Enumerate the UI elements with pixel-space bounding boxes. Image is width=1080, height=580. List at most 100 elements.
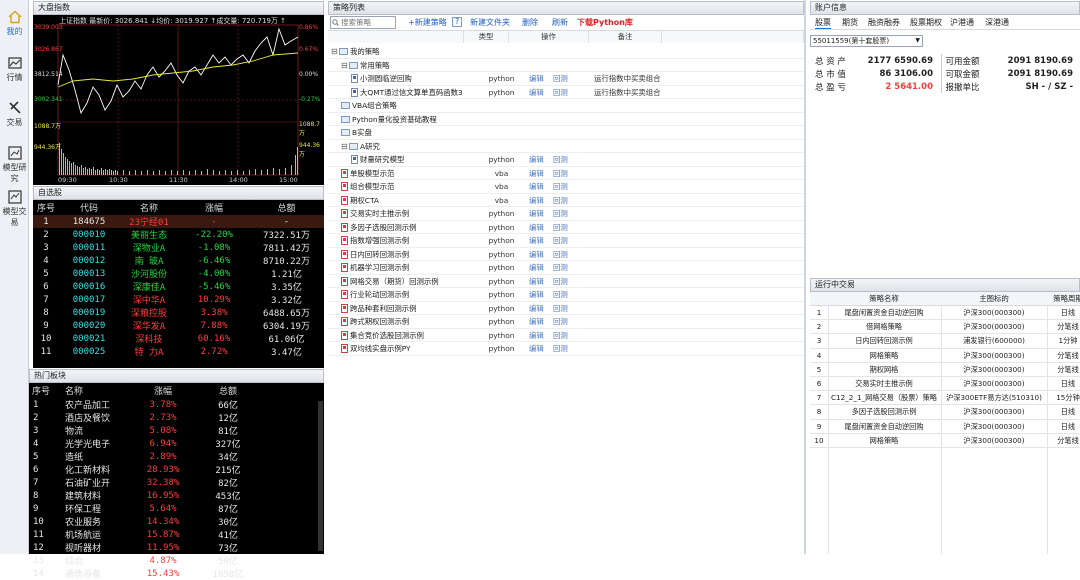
edit-link[interactable]: 编辑 [529, 86, 544, 99]
strategy-row[interactable]: 小测圆临逆回购 python 编辑 回测 运行指数中买卖组合 [328, 72, 804, 86]
hot-row[interactable]: 12 视听器材 11.95% 73亿 [29, 541, 324, 555]
new-folder-button[interactable]: 新建文件夹 [470, 17, 510, 28]
strategy-row[interactable]: 日内回转回测示例 python 编辑 回测 [328, 248, 804, 261]
backtest-link[interactable]: 回测 [553, 194, 568, 207]
backtest-link[interactable]: 回测 [553, 167, 568, 180]
nav-home[interactable]: 我的 [0, 10, 29, 37]
backtest-link[interactable]: 回测 [553, 86, 568, 99]
backtest-link[interactable]: 回测 [553, 248, 568, 261]
hot-row[interactable]: 3 物流 5.08% 81亿 [29, 424, 324, 438]
running-row[interactable]: 3 日内回转回测示例 浦发银行(600000) 1分钟 [810, 334, 1080, 349]
edit-link[interactable]: 编辑 [529, 315, 544, 328]
expand-toggle-icon[interactable]: ⊟ [341, 59, 348, 72]
edit-link[interactable]: 编辑 [529, 302, 544, 315]
running-row[interactable]: 1 尾盘闲置资金自动逆回购 沪深300(000300) 日线 [810, 306, 1080, 321]
edit-link[interactable]: 编辑 [529, 207, 544, 220]
account-selector[interactable]: 55011559(第十套股票) ▼ [810, 35, 923, 47]
strategy-row[interactable]: ⊟ 我的策略 [328, 45, 804, 59]
backtest-link[interactable]: 回测 [553, 315, 568, 328]
backtest-link[interactable]: 回测 [553, 261, 568, 274]
edit-link[interactable]: 编辑 [529, 342, 544, 355]
hot-row[interactable]: 2 酒店及餐饮 2.73% 12亿 [29, 411, 324, 425]
hot-row[interactable]: 1 农产品加工 3.78% 66亿 [29, 398, 324, 412]
hot-row[interactable]: 6 化工新材料 28.93% 215亿 [29, 463, 324, 477]
hot-row[interactable]: 8 建筑材料 16.95% 453亿 [29, 489, 324, 503]
refresh-button[interactable]: 刷新 [552, 17, 568, 28]
hot-row[interactable]: 10 农业服务 14.34% 30亿 [29, 515, 324, 529]
edit-link[interactable]: 编辑 [529, 72, 544, 85]
watchlist-row[interactable]: 2 000010 美丽生态 -22.20% 7322.51万 [33, 228, 324, 242]
tab-hk-sz[interactable]: 深港通 [985, 17, 1009, 28]
new-strategy-button[interactable]: +新建策略 [408, 17, 447, 28]
strategy-row[interactable]: 双均线实盘示例PY python 编辑 回测 [328, 342, 804, 356]
nav-model-trade[interactable]: 模型交易 [0, 190, 29, 228]
watchlist-row[interactable]: 10 000021 深科技 60.16% 61.06亿 [33, 332, 324, 346]
strategy-row[interactable]: ⊟ 常用策略 [328, 59, 804, 72]
strategy-row[interactable]: 网格交易（期货）回测示例 python 编辑 回测 [328, 275, 804, 288]
nav-trade[interactable]: 交易 [0, 101, 29, 128]
strategy-row[interactable]: Python量化投资基础教程 [328, 113, 804, 126]
edit-link[interactable]: 编辑 [529, 221, 544, 234]
tab-hk-sh[interactable]: 沪港通 [950, 17, 974, 28]
backtest-link[interactable]: 回测 [553, 342, 568, 355]
backtest-link[interactable]: 回测 [553, 302, 568, 315]
hot-row[interactable]: 7 石油矿业开 32.38% 82亿 [29, 476, 324, 490]
hot-row[interactable]: 13 综合 4.87% 50亿 [29, 554, 324, 568]
strategy-row[interactable]: 组合模型示范 vba 编辑 回测 [328, 180, 804, 194]
running-row[interactable]: 9 尾盘闲置资金自动逆回购 沪深300(000300) 日线 [810, 420, 1080, 434]
expand-toggle-icon[interactable]: ⊟ [331, 45, 338, 58]
backtest-link[interactable]: 回测 [553, 288, 568, 301]
edit-link[interactable]: 编辑 [529, 261, 544, 274]
strategy-row[interactable]: 集合竞价选股回测示例 python 编辑 回测 [328, 329, 804, 342]
delete-button[interactable]: 删除 [522, 17, 538, 28]
strategy-row[interactable]: ⊟ A研究 [328, 140, 804, 153]
running-row[interactable]: 10 网格策略 沪深300(000300) 分笔线 [810, 434, 1080, 448]
strategy-row[interactable]: 交易实时主推示例 python 编辑 回测 [328, 207, 804, 221]
edit-link[interactable]: 编辑 [529, 288, 544, 301]
watchlist-row[interactable]: 7 000017 深中华A 10.29% 3.32亿 [33, 293, 324, 307]
strategy-row[interactable]: 财量研究模型 python 编辑 回测 [328, 153, 804, 167]
backtest-link[interactable]: 回测 [553, 207, 568, 220]
nav-market[interactable]: 行情 [0, 57, 29, 83]
download-python-button[interactable]: 下载Python库 [577, 17, 633, 28]
running-row[interactable]: 4 网格策略 沪深300(000300) 分笔线 [810, 349, 1080, 363]
strategy-row[interactable]: 单股模型示范 vba 编辑 回测 [328, 167, 804, 180]
expand-toggle-icon[interactable]: ⊟ [341, 140, 348, 153]
strategy-row[interactable]: 机器学习回测示例 python 编辑 回测 [328, 261, 804, 275]
running-row[interactable]: 6 交易实时主推示例 沪深300(000300) 日线 [810, 377, 1080, 392]
hot-row[interactable]: 9 环保工程 5.64% 87亿 [29, 502, 324, 516]
hot-row[interactable]: 14 通信设备 15.43% 1058亿 [29, 567, 324, 580]
backtest-link[interactable]: 回测 [553, 153, 568, 166]
edit-link[interactable]: 编辑 [529, 180, 544, 193]
index-chart[interactable]: 上证指数 最新价: 3026.841 ↓均价: 3019.927 ↑成交量: 7… [33, 15, 324, 185]
tab-margin[interactable]: 融资融券 [868, 17, 900, 28]
edit-link[interactable]: 编辑 [529, 248, 544, 261]
hot-row[interactable]: 5 造纸 2.89% 34亿 [29, 450, 324, 464]
watchlist-row[interactable]: 5 000013 沙河股份 -4.00% 1.21亿 [33, 267, 324, 281]
watchlist-row[interactable]: 9 000020 深华发A 7.88% 6304.19万 [33, 319, 324, 333]
strategy-search-input[interactable] [330, 16, 396, 29]
strategy-row[interactable]: 跨式期权回测示例 python 编辑 回测 [328, 315, 804, 329]
tab-futures[interactable]: 期货 [842, 17, 858, 28]
strategy-row[interactable]: VBA组合策略 [328, 99, 804, 113]
strategy-row[interactable]: 多因子选股回测示例 python 编辑 回测 [328, 221, 804, 234]
running-row[interactable]: 7 C12_2_1_网格交易（股票）策略 沪深300ETF易方达(510310) 15… [810, 391, 1080, 406]
backtest-link[interactable]: 回测 [553, 180, 568, 193]
running-row[interactable]: 2 借网格策略 沪深300(000300) 分笔线 [810, 320, 1080, 335]
backtest-link[interactable]: 回测 [553, 72, 568, 85]
strategy-row[interactable]: 期权CTA vba 编辑 回测 [328, 194, 804, 207]
edit-link[interactable]: 编辑 [529, 234, 544, 247]
strategy-row[interactable]: 大QMT通过信文算单直码函数3 python 编辑 回测 运行指数中买卖组合 [328, 86, 804, 99]
splitter[interactable] [804, 0, 806, 554]
backtest-link[interactable]: 回测 [553, 221, 568, 234]
edit-link[interactable]: 编辑 [529, 153, 544, 166]
hot-row[interactable]: 4 光学光电子 6.94% 327亿 [29, 437, 324, 451]
backtest-link[interactable]: 回测 [553, 275, 568, 288]
strategy-row[interactable]: 指数增强回测示例 python 编辑 回测 [328, 234, 804, 248]
watchlist-row[interactable]: 8 000019 深粮控股 3.38% 6488.65万 [33, 306, 324, 320]
running-row[interactable]: 8 多因子选股回测示例 沪深300(000300) 日线 [810, 405, 1080, 420]
edit-link[interactable]: 编辑 [529, 194, 544, 207]
edit-link[interactable]: 编辑 [529, 275, 544, 288]
backtest-link[interactable]: 回测 [553, 329, 568, 342]
edit-link[interactable]: 编辑 [529, 167, 544, 180]
